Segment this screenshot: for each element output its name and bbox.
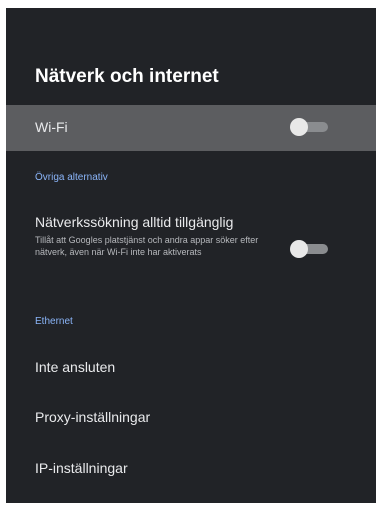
ip-settings-label: IP-inställningar bbox=[35, 460, 128, 476]
page-title: Nätverk och internet bbox=[35, 66, 219, 87]
wifi-toggle-thumb bbox=[290, 118, 308, 136]
network-scan-toggle-thumb bbox=[290, 240, 308, 258]
section-header-ethernet: Ethernet bbox=[35, 316, 73, 327]
network-scan-toggle[interactable] bbox=[290, 240, 328, 258]
ethernet-status-row[interactable]: Inte ansluten bbox=[6, 346, 376, 390]
network-scan-row[interactable]: Nätverkssökning alltid tillgänglig Tillå… bbox=[6, 206, 376, 296]
proxy-settings-label: Proxy-inställningar bbox=[35, 409, 151, 425]
network-scan-label: Nätverkssökning alltid tillgänglig bbox=[35, 214, 234, 230]
wifi-toggle[interactable] bbox=[290, 118, 328, 136]
ip-settings-row[interactable]: IP-inställningar bbox=[6, 447, 376, 491]
wifi-label: Wi-Fi bbox=[35, 119, 68, 135]
section-header-other-options: Övriga alternativ bbox=[35, 172, 108, 183]
wifi-row[interactable]: Wi-Fi bbox=[6, 105, 376, 151]
settings-panel: Nätverk och internet Wi-Fi Övriga altern… bbox=[6, 8, 376, 503]
proxy-settings-row[interactable]: Proxy-inställningar bbox=[6, 394, 376, 438]
network-scan-description: Tillåt att Googles platstjänst och andra… bbox=[35, 235, 259, 257]
ethernet-status-label: Inte ansluten bbox=[35, 359, 116, 375]
